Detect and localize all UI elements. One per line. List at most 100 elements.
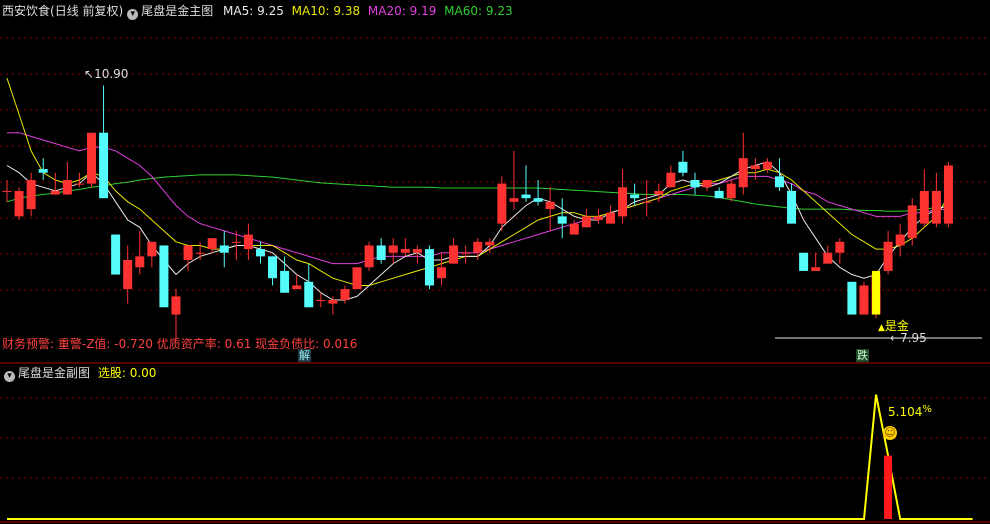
candle-body — [738, 158, 748, 188]
candle-body — [811, 267, 821, 271]
candle-body — [183, 245, 193, 260]
candle-body — [14, 190, 24, 217]
candle-body — [931, 190, 941, 224]
candle-body — [593, 216, 603, 220]
candle-body — [304, 281, 314, 308]
candle-body — [292, 285, 302, 290]
candle-body — [38, 169, 48, 173]
candle-body — [424, 249, 434, 286]
candle-body — [895, 234, 905, 246]
candle-body — [569, 223, 579, 235]
arrow-icon: ← — [890, 331, 901, 345]
high-price-label: ↖10.90 — [84, 67, 129, 81]
candle-body — [388, 245, 398, 253]
event-badge-jie[interactable]: 解 — [298, 349, 311, 362]
candle-body — [497, 183, 507, 224]
candle-body — [207, 238, 217, 250]
candle-body — [606, 212, 615, 224]
candle-body — [219, 245, 229, 253]
candle-body — [364, 245, 374, 268]
candle-body — [147, 241, 157, 257]
gear-icon[interactable]: ▾ — [127, 9, 139, 20]
candle-body — [316, 300, 326, 301]
candle-body — [376, 245, 386, 260]
candle-body — [750, 165, 760, 170]
candle-body — [231, 241, 241, 243]
ma60-readout: MA60: 9.23 — [444, 4, 513, 18]
candle-body — [340, 289, 350, 300]
up-triangle-icon: ▲ — [878, 323, 885, 333]
candle-body — [255, 249, 265, 257]
candle-body — [26, 180, 36, 210]
candle-body — [690, 180, 700, 188]
sub-indicator-name[interactable]: 尾盘是金副图 — [18, 366, 90, 380]
chart-canvas — [0, 37, 990, 523]
candle-body — [485, 241, 495, 246]
gear-icon[interactable]: ▾ — [4, 371, 15, 382]
sub-signal-line — [7, 394, 973, 520]
candle-body — [581, 216, 591, 228]
candle-body — [328, 300, 338, 304]
candle-body — [74, 183, 84, 185]
candle-body — [762, 161, 772, 170]
grid-lines — [0, 37, 990, 523]
candle-body — [883, 241, 893, 271]
candle-body — [437, 267, 447, 279]
candle-body — [280, 270, 290, 293]
candle-body — [726, 183, 736, 199]
sub-signal-bar — [884, 455, 893, 519]
candle-body — [243, 234, 253, 250]
candle-body — [473, 241, 483, 253]
candle-body — [642, 201, 652, 203]
ma10-readout: MA10: 9.38 — [291, 4, 361, 18]
candle-body — [111, 234, 121, 275]
main-indicator-name[interactable]: 尾盘是金主图 — [141, 4, 213, 18]
period-label[interactable]: (日线 前复权) — [50, 4, 123, 18]
candle-body — [352, 267, 362, 290]
percent-icon: % — [922, 404, 932, 415]
candle-body — [171, 296, 181, 315]
select-stock-value: 0.00 — [129, 366, 157, 380]
candle-body — [835, 241, 845, 253]
candle-body — [787, 190, 797, 224]
stock-name[interactable]: 西安饮食 — [2, 4, 50, 18]
candle-body — [943, 165, 953, 224]
candle-body — [678, 161, 688, 173]
candle-body — [62, 180, 72, 195]
candle-body — [50, 190, 60, 195]
candle-body — [99, 132, 109, 199]
candlestick-series — [2, 85, 953, 340]
select-stock-label: 选股: — [97, 366, 126, 380]
event-badge-die[interactable]: 跌 — [856, 349, 869, 362]
candle-body — [461, 252, 471, 254]
smiley-icon: ☺ — [883, 426, 897, 440]
candle-body — [449, 245, 459, 264]
candle-body — [545, 201, 555, 210]
candle-body — [400, 249, 410, 253]
candle-body — [702, 180, 712, 188]
candle-body — [268, 256, 278, 279]
candle-body — [509, 198, 519, 202]
candle-body — [123, 260, 133, 290]
ma20-readout: MA20: 9.19 — [367, 4, 437, 18]
candle-body — [714, 190, 724, 199]
candle-body — [907, 205, 917, 239]
candle-body — [135, 256, 145, 268]
ma5-line — [6, 161, 949, 301]
candle-body — [86, 132, 96, 184]
candle-body — [847, 281, 857, 315]
candle-body — [412, 249, 422, 253]
signal-bar — [872, 270, 881, 315]
main-chart-header: 西安饮食(日线 前复权) ▾ 尾盘是金主图 MA5: 9.25 MA10: 9.38… — [2, 4, 513, 20]
candle-body — [823, 252, 833, 264]
low-price-label: ←7.95 — [890, 331, 927, 345]
candle-body — [666, 172, 676, 188]
candle-body — [2, 190, 12, 192]
candle-body — [799, 252, 809, 271]
sub-chart-header: ▾ 尾盘是金副图 选股: 0.00 — [2, 366, 156, 382]
sub-peak-label: 5.104% — [888, 404, 932, 419]
candle-body — [195, 252, 205, 254]
candle-body — [159, 245, 169, 308]
arrow-icon: ↖ — [84, 67, 95, 81]
sub-chart-series — [7, 394, 973, 520]
